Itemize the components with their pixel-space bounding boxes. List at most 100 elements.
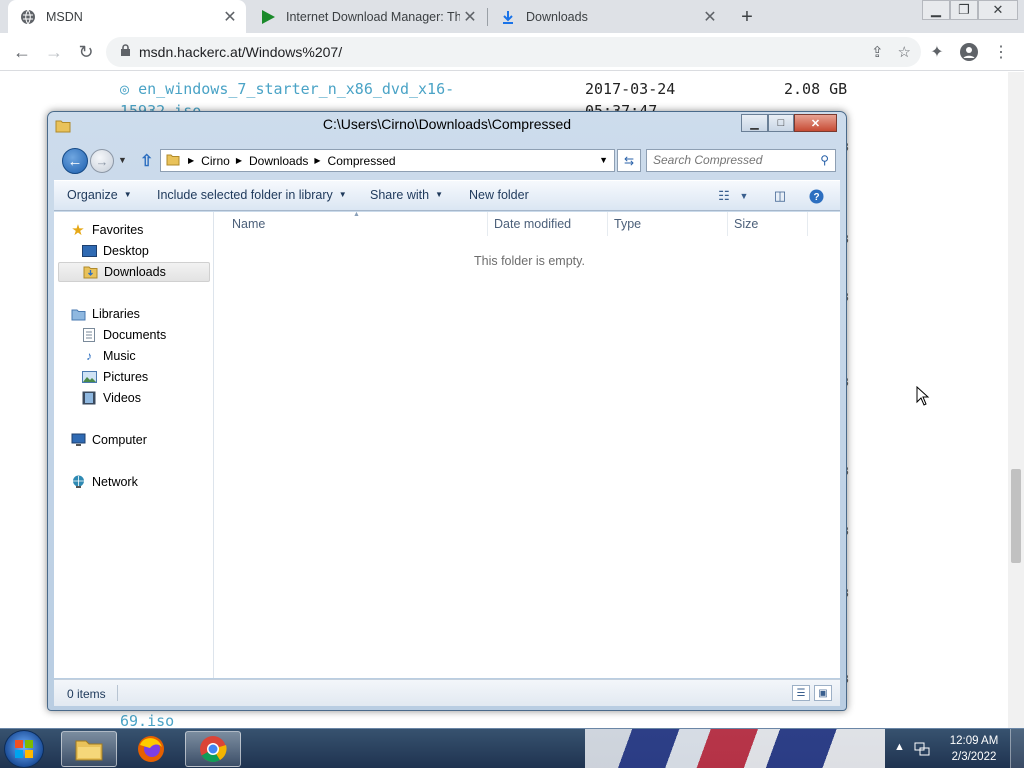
new-folder-button[interactable]: New folder xyxy=(469,188,529,202)
breadcrumb-chevron-icon[interactable]: ▶ xyxy=(314,156,320,165)
organize-button[interactable]: Organize ▼ xyxy=(67,188,132,202)
disc-icon: ◎ xyxy=(120,80,130,98)
file-link[interactable]: en_windows_7_starter_n_x86_dvd_x16- xyxy=(138,80,454,98)
address-breadcrumb[interactable]: ▶ Cirno ▶ Downloads ▶ Compressed ▼ xyxy=(160,149,615,172)
nav-videos[interactable]: Videos xyxy=(81,388,141,408)
nav-favorites[interactable]: ★ Favorites xyxy=(70,220,143,240)
lock-icon xyxy=(120,44,131,60)
scrollbar-thumb[interactable] xyxy=(1011,469,1021,563)
close-icon[interactable]: ✕ xyxy=(460,7,480,27)
forward-arrow-icon[interactable]: → xyxy=(42,40,66,64)
minimize-button[interactable]: ▁ xyxy=(741,114,768,132)
back-arrow-icon[interactable]: ← xyxy=(62,148,88,174)
menu-kebab-icon[interactable]: ⋮ xyxy=(990,41,1012,63)
nav-pictures[interactable]: Pictures xyxy=(81,367,148,387)
help-icon[interactable]: ? xyxy=(806,186,826,206)
window-title: C:\Users\Cirno\Downloads\Compressed xyxy=(322,116,572,132)
profile-avatar-icon[interactable] xyxy=(958,41,980,63)
file-link-wrap[interactable]: 69.iso xyxy=(120,712,174,728)
column-header-type[interactable]: Type xyxy=(608,212,728,236)
status-bar: 0 items ☰ ▣ xyxy=(54,679,840,706)
restore-button[interactable]: ❐ xyxy=(950,0,978,20)
close-window-button[interactable]: ✕ xyxy=(794,114,837,132)
share-label: Share with xyxy=(370,188,430,202)
details-view-icon[interactable]: ☰ xyxy=(792,685,810,701)
navigation-bar: ← → ▼ ⇧ ▶ Cirno ▶ Downloads ▶ Compressed… xyxy=(60,148,840,174)
taskbar-chrome-button[interactable] xyxy=(185,731,241,767)
column-label: Type xyxy=(614,217,642,231)
share-icon[interactable]: ⇪ xyxy=(871,43,884,61)
nav-label: Desktop xyxy=(103,244,149,258)
organize-label: Organize xyxy=(67,188,118,202)
clock[interactable]: 12:09 AM 2/3/2022 xyxy=(946,733,1002,765)
share-with-button[interactable]: Share with ▼ xyxy=(370,188,443,202)
breadcrumb-item[interactable]: Compressed xyxy=(328,154,396,168)
windows-logo-icon xyxy=(15,740,33,758)
nav-libraries[interactable]: Libraries xyxy=(70,304,140,324)
extensions-puzzle-icon[interactable]: ✦ xyxy=(926,41,948,63)
change-view-icon[interactable]: ☷ xyxy=(714,186,734,206)
breadcrumb-chevron-icon[interactable]: ▶ xyxy=(236,156,242,165)
nav-label: Documents xyxy=(103,328,167,342)
search-box[interactable]: ⚲ xyxy=(646,149,836,172)
address-bar[interactable]: msdn.hackerc.at/Windows%207/ ⇪ ☆ xyxy=(106,37,921,67)
nav-computer[interactable]: Computer xyxy=(70,430,147,450)
downloads-folder-icon xyxy=(82,264,98,280)
file-date: 2017-03-24 xyxy=(585,80,676,98)
breadcrumb-item[interactable]: Cirno xyxy=(201,154,230,168)
nav-music[interactable]: ♪ Music xyxy=(81,346,136,366)
breadcrumb-item[interactable]: Downloads xyxy=(249,154,308,168)
mouse-cursor-icon xyxy=(916,386,930,406)
file-list-row: 69.iso xyxy=(120,712,174,728)
nav-label: Pictures xyxy=(103,370,149,384)
minimize-button[interactable]: ▁ xyxy=(922,0,950,20)
tab-msdn[interactable]: MSDN ✕ xyxy=(8,0,246,33)
tab-downloads[interactable]: Downloads ✕ xyxy=(488,0,726,33)
preview-pane-icon[interactable]: ◫ xyxy=(770,186,790,206)
close-icon[interactable]: ✕ xyxy=(220,7,240,27)
idm-play-icon xyxy=(260,9,276,25)
column-header-size[interactable]: Size xyxy=(728,212,808,236)
tab-idm[interactable]: Internet Download Manager: The ✕ xyxy=(248,0,486,33)
back-arrow-icon[interactable]: ← xyxy=(10,40,34,64)
recent-pages-chevron-icon[interactable]: ▼ xyxy=(118,155,127,165)
clock-date: 2/3/2022 xyxy=(951,751,997,763)
search-input[interactable] xyxy=(653,150,813,170)
forward-arrow-icon[interactable]: → xyxy=(90,149,114,173)
nav-documents[interactable]: Documents xyxy=(81,325,166,345)
reload-icon[interactable]: ↻ xyxy=(74,40,98,64)
folder-icon xyxy=(166,153,180,169)
nav-network[interactable]: Network xyxy=(70,472,138,492)
close-window-button[interactable]: ✕ xyxy=(978,0,1018,20)
search-icon[interactable]: ⚲ xyxy=(820,153,829,167)
breadcrumb-chevron-icon[interactable]: ▶ xyxy=(188,156,194,165)
include-in-library-button[interactable]: Include selected folder in library ▼ xyxy=(157,188,347,202)
new-tab-button[interactable]: + xyxy=(734,4,760,30)
network-tray-icon[interactable] xyxy=(914,741,930,760)
page-scrollbar[interactable] xyxy=(1008,72,1024,728)
column-header-date-modified[interactable]: Date modified xyxy=(488,212,608,236)
music-note-icon: ♪ xyxy=(86,349,92,363)
nav-downloads[interactable]: Downloads xyxy=(58,262,210,282)
taskbar-firefox-button[interactable] xyxy=(123,731,179,767)
close-icon[interactable]: ✕ xyxy=(700,7,720,27)
browser-tabstrip: MSDN ✕ Internet Download Manager: The ✕ … xyxy=(0,0,1024,33)
nav-label: Computer xyxy=(92,433,147,447)
maximize-button[interactable]: □ xyxy=(768,114,794,132)
large-icons-view-icon[interactable]: ▣ xyxy=(814,685,832,701)
taskbar-explorer-button[interactable] xyxy=(61,731,117,767)
refresh-icon[interactable]: ⇆ xyxy=(617,149,641,172)
up-arrow-icon[interactable]: ⇧ xyxy=(140,151,153,171)
column-label: Size xyxy=(734,217,759,231)
clock-time: 12:09 AM xyxy=(949,735,999,747)
nav-desktop[interactable]: Desktop xyxy=(81,241,149,261)
chevron-down-icon[interactable]: ▼ xyxy=(734,186,754,206)
start-button[interactable] xyxy=(4,730,44,768)
file-size: 2.08 GB xyxy=(784,80,848,98)
bookmark-star-icon[interactable]: ☆ xyxy=(898,43,911,61)
status-divider xyxy=(117,685,118,701)
firefox-icon xyxy=(138,736,164,762)
show-hidden-icons-icon[interactable]: ▲ xyxy=(894,741,905,753)
show-desktop-button[interactable] xyxy=(1010,729,1024,768)
address-dropdown-icon[interactable]: ▼ xyxy=(599,155,608,165)
